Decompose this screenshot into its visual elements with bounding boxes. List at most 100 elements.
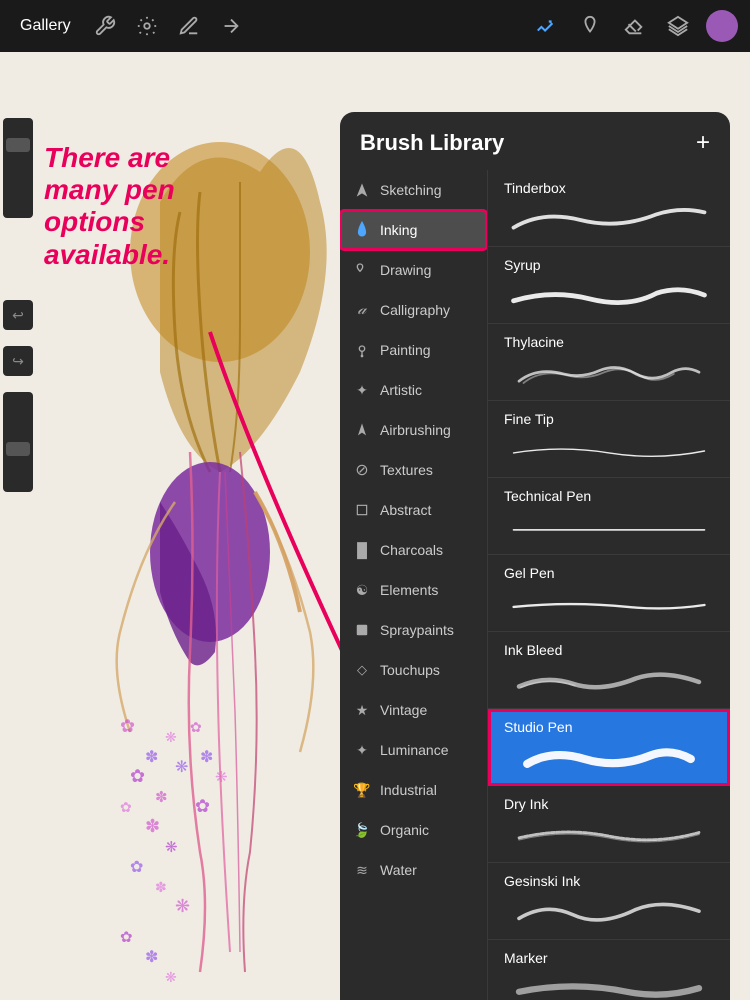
- brush-stroke-gel-pen: [504, 585, 714, 625]
- annotation-line3: options: [44, 206, 175, 238]
- layers-icon[interactable]: [662, 10, 694, 42]
- brush-item-thylacine[interactable]: Thylacine: [488, 324, 730, 401]
- brush-stroke-technical-pen: [504, 508, 714, 548]
- svg-text:✿: ✿: [130, 859, 143, 876]
- add-brush-button[interactable]: +: [696, 131, 710, 155]
- eraser-icon[interactable]: [618, 10, 650, 42]
- category-item-vintage[interactable]: ★ Vintage: [340, 690, 487, 730]
- category-item-textures[interactable]: ⊘ Textures: [340, 450, 487, 490]
- brush-size-slider[interactable]: [3, 118, 33, 218]
- brush-item-tinderbox[interactable]: Tinderbox: [488, 170, 730, 247]
- category-item-charcoals[interactable]: ▐▌ Charcoals: [340, 530, 487, 570]
- brush-item-fine-tip[interactable]: Fine Tip: [488, 401, 730, 478]
- brush-item-ink-bleed[interactable]: Ink Bleed: [488, 632, 730, 709]
- brush-item-dry-ink[interactable]: Dry Ink: [488, 786, 730, 863]
- svg-text:✿: ✿: [120, 799, 132, 815]
- category-item-elements[interactable]: ☯ Elements: [340, 570, 487, 610]
- category-item-industrial[interactable]: 🏆 Industrial: [340, 770, 487, 810]
- painting-icon: [352, 340, 372, 360]
- category-item-luminance[interactable]: ✦ Luminance: [340, 730, 487, 770]
- category-item-inking[interactable]: Inking: [340, 210, 487, 250]
- organic-label: Organic: [380, 822, 429, 838]
- svg-text:✿: ✿: [190, 719, 202, 735]
- abstract-icon: [352, 500, 372, 520]
- elements-icon: ☯: [352, 580, 372, 600]
- panel-body: Sketching Inking Drawing 𝒶 Calli: [340, 170, 730, 1000]
- category-item-airbrushing[interactable]: Airbrushing: [340, 410, 487, 450]
- category-item-water[interactable]: ≋ Water: [340, 850, 487, 890]
- brush-stroke-tinderbox: [504, 200, 714, 240]
- slider-thumb: [6, 138, 30, 152]
- brush-stroke-gesinski-ink: [504, 893, 714, 933]
- brush-name-ink-bleed: Ink Bleed: [504, 642, 714, 658]
- svg-text:✿: ✿: [195, 796, 210, 816]
- svg-text:✽: ✽: [200, 749, 213, 766]
- brush-name-gel-pen: Gel Pen: [504, 565, 714, 581]
- wrench-icon[interactable]: [89, 10, 121, 42]
- artistic-icon: ✦: [352, 380, 372, 400]
- redo-button[interactable]: ↪: [3, 346, 33, 376]
- brush-item-marker[interactable]: Marker: [488, 940, 730, 1000]
- inking-icon: [352, 220, 372, 240]
- touchups-icon: ◇: [352, 660, 372, 680]
- script-icon[interactable]: [173, 10, 205, 42]
- brush-name-thylacine: Thylacine: [504, 334, 714, 350]
- annotation-line4: available.: [44, 239, 175, 271]
- brush-stroke-fine-tip: [504, 431, 714, 471]
- luminance-label: Luminance: [380, 742, 449, 758]
- svg-text:❋: ❋: [175, 896, 190, 916]
- category-item-organic[interactable]: 🍃 Organic: [340, 810, 487, 850]
- brush-stroke-ink-bleed: [504, 662, 714, 702]
- textures-label: Textures: [380, 462, 433, 478]
- category-item-abstract[interactable]: Abstract: [340, 490, 487, 530]
- brush-item-syrup[interactable]: Syrup: [488, 247, 730, 324]
- svg-text:❋: ❋: [165, 969, 177, 985]
- opacity-thumb: [6, 442, 30, 456]
- brush-item-studio-pen[interactable]: Studio Pen: [488, 709, 730, 786]
- avatar[interactable]: [706, 10, 738, 42]
- svg-text:✽: ✽: [145, 949, 158, 966]
- opacity-slider[interactable]: [3, 392, 33, 492]
- artistic-label: Artistic: [380, 382, 422, 398]
- annotation-text: There are many pen options available.: [44, 142, 175, 271]
- annotation-line1: There are: [44, 142, 175, 174]
- spraypaints-label: Spraypaints: [380, 622, 454, 638]
- brush-stroke-marker: [504, 970, 714, 1000]
- category-item-painting[interactable]: Painting: [340, 330, 487, 370]
- brush-library-panel: Brush Library + Sketching Inking: [340, 112, 730, 1000]
- brush-name-technical-pen: Technical Pen: [504, 488, 714, 504]
- calligraphy-label: Calligraphy: [380, 302, 450, 318]
- svg-text:✽: ✽: [155, 879, 167, 895]
- svg-text:❋: ❋: [165, 729, 177, 745]
- pen-tool-icon[interactable]: [530, 10, 562, 42]
- category-item-spraypaints[interactable]: Spraypaints: [340, 610, 487, 650]
- painting-label: Painting: [380, 342, 431, 358]
- category-item-touchups[interactable]: ◇ Touchups: [340, 650, 487, 690]
- category-item-calligraphy[interactable]: 𝒶 Calligraphy: [340, 290, 487, 330]
- category-item-artistic[interactable]: ✦ Artistic: [340, 370, 487, 410]
- brush-item-gel-pen[interactable]: Gel Pen: [488, 555, 730, 632]
- industrial-icon: 🏆: [352, 780, 372, 800]
- arrow-icon[interactable]: [215, 10, 247, 42]
- adjust-icon[interactable]: [131, 10, 163, 42]
- water-label: Water: [380, 862, 417, 878]
- abstract-label: Abstract: [380, 502, 431, 518]
- undo-button[interactable]: ↩: [3, 300, 33, 330]
- brush-item-gesinski-ink[interactable]: Gesinski Ink: [488, 863, 730, 940]
- category-item-sketching[interactable]: Sketching: [340, 170, 487, 210]
- category-item-drawing[interactable]: Drawing: [340, 250, 487, 290]
- textures-icon: ⊘: [352, 460, 372, 480]
- smudge-icon[interactable]: [574, 10, 606, 42]
- brush-name-syrup: Syrup: [504, 257, 714, 273]
- vintage-label: Vintage: [380, 702, 427, 718]
- svg-text:✿: ✿: [120, 716, 135, 736]
- svg-text:✿: ✿: [120, 929, 133, 946]
- industrial-label: Industrial: [380, 782, 437, 798]
- organic-icon: 🍃: [352, 820, 372, 840]
- brush-stroke-studio-pen: [504, 739, 714, 779]
- airbrushing-icon: [352, 420, 372, 440]
- brush-item-technical-pen[interactable]: Technical Pen: [488, 478, 730, 555]
- gallery-button[interactable]: Gallery: [12, 13, 79, 39]
- brush-list: Tinderbox Syrup Thylacine: [488, 170, 730, 1000]
- brush-name-studio-pen: Studio Pen: [504, 719, 714, 735]
